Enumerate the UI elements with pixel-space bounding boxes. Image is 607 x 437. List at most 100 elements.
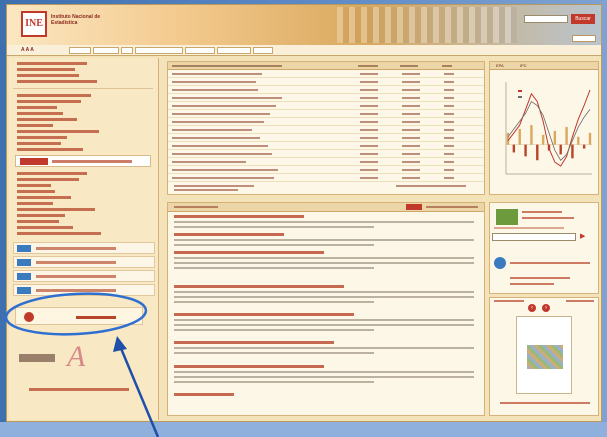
indicator-value — [444, 137, 454, 139]
sidebar-link[interactable] — [17, 214, 65, 217]
indicator-value — [402, 81, 420, 83]
search-button[interactable]: Buscar — [571, 14, 595, 24]
sidebar-link[interactable] — [17, 178, 79, 181]
nav-tab[interactable] — [121, 47, 133, 54]
service-link[interactable] — [13, 270, 155, 282]
sidebar-link[interactable] — [17, 62, 87, 65]
rss-badge[interactable] — [406, 204, 422, 210]
sidebar-link[interactable] — [17, 172, 87, 175]
panel-link[interactable] — [510, 283, 554, 285]
sidebar-link[interactable] — [17, 196, 71, 199]
sidebar-link[interactable] — [17, 118, 77, 121]
population-search-input[interactable] — [492, 233, 576, 241]
indicator-value — [444, 73, 454, 75]
sidebar-link[interactable] — [17, 148, 83, 151]
footnote-link[interactable] — [396, 185, 466, 187]
chart-bar — [577, 136, 580, 145]
nav-tab[interactable] — [69, 47, 91, 54]
espana-logo[interactable]: A — [19, 340, 129, 376]
sidebar-link[interactable] — [17, 184, 51, 187]
sidebar-link[interactable] — [17, 68, 75, 71]
table-row[interactable] — [168, 119, 484, 126]
sidebar-link[interactable] — [17, 80, 97, 83]
indicator-name — [172, 129, 252, 131]
panel-link[interactable] — [510, 262, 590, 264]
sidebar-link[interactable] — [17, 94, 91, 97]
publication-link[interactable] — [500, 402, 590, 404]
sidebar-link[interactable] — [17, 226, 73, 229]
sidebar-link[interactable] — [17, 208, 95, 211]
service-text — [36, 261, 116, 264]
sidebar-divider — [13, 88, 153, 89]
sidebar-link[interactable] — [17, 100, 81, 103]
chart-tab[interactable] — [546, 63, 560, 69]
calendar-link[interactable] — [426, 206, 478, 208]
news-title[interactable] — [174, 251, 324, 254]
nav-tab[interactable] — [217, 47, 251, 54]
sidebar-link[interactable] — [17, 124, 53, 127]
news-title[interactable] — [174, 365, 324, 368]
tab-epa[interactable]: EPA — [496, 63, 506, 69]
table-row[interactable] — [168, 87, 484, 94]
service-link[interactable] — [13, 242, 155, 254]
panel-heading — [494, 227, 564, 229]
search-input[interactable] — [524, 15, 568, 23]
language-button[interactable] — [572, 35, 596, 42]
sidebar-link[interactable] — [17, 136, 67, 139]
table-row[interactable] — [168, 151, 484, 158]
census-link[interactable] — [522, 211, 562, 213]
panel-link[interactable] — [566, 300, 594, 302]
sidebar-link[interactable] — [17, 232, 101, 235]
tab-ipc[interactable]: IPC — [520, 63, 530, 69]
nav-tab[interactable] — [253, 47, 273, 54]
table-row[interactable] — [168, 79, 484, 86]
panel-link[interactable] — [510, 277, 570, 279]
nav-tab[interactable] — [185, 47, 215, 54]
text-size-control[interactable]: A A A — [21, 47, 65, 54]
indicator-name — [172, 113, 270, 115]
sidebar-link[interactable] — [17, 220, 59, 223]
table-row[interactable] — [168, 175, 484, 182]
table-row[interactable] — [168, 103, 484, 110]
news-title[interactable] — [174, 313, 354, 316]
indicator-name — [172, 169, 278, 171]
chart-tab[interactable] — [574, 63, 588, 69]
news-header — [168, 203, 484, 212]
table-row[interactable] — [168, 159, 484, 166]
census-link[interactable] — [522, 217, 574, 219]
table-row[interactable] — [168, 95, 484, 102]
ine-logo[interactable]: INE — [21, 11, 47, 37]
publication-cover[interactable] — [516, 316, 572, 394]
sidebar-link[interactable] — [17, 202, 53, 205]
sidebar-link[interactable] — [17, 142, 61, 145]
previous-icon[interactable]: ‹ — [528, 304, 536, 312]
espana-mark: A — [67, 340, 86, 373]
table-row[interactable] — [168, 167, 484, 174]
news-title[interactable] — [174, 393, 234, 396]
sidebar-link[interactable] — [17, 190, 55, 193]
news-title[interactable] — [174, 233, 284, 236]
next-icon[interactable]: › — [542, 304, 550, 312]
service-link[interactable] — [13, 256, 155, 268]
service-link[interactable] — [13, 284, 155, 296]
sidebar-link[interactable] — [29, 388, 129, 391]
indicator-value — [402, 129, 420, 131]
news-text — [174, 371, 474, 373]
nav-tab[interactable] — [93, 47, 119, 54]
circled-link[interactable] — [15, 307, 143, 325]
news-title[interactable] — [174, 215, 304, 218]
sidebar-link[interactable] — [17, 112, 63, 115]
nav-tab[interactable] — [135, 47, 183, 54]
news-title[interactable] — [174, 285, 344, 288]
table-row[interactable] — [168, 71, 484, 78]
promo-banner[interactable] — [15, 155, 151, 167]
sidebar-link[interactable] — [17, 106, 57, 109]
news-title[interactable] — [174, 341, 334, 344]
sidebar-link[interactable] — [17, 74, 79, 77]
search-icon[interactable]: ▶ — [580, 233, 588, 241]
sidebar-link[interactable] — [17, 130, 99, 133]
table-row[interactable] — [168, 135, 484, 142]
table-row[interactable] — [168, 143, 484, 150]
table-row[interactable] — [168, 127, 484, 134]
table-row[interactable] — [168, 111, 484, 118]
